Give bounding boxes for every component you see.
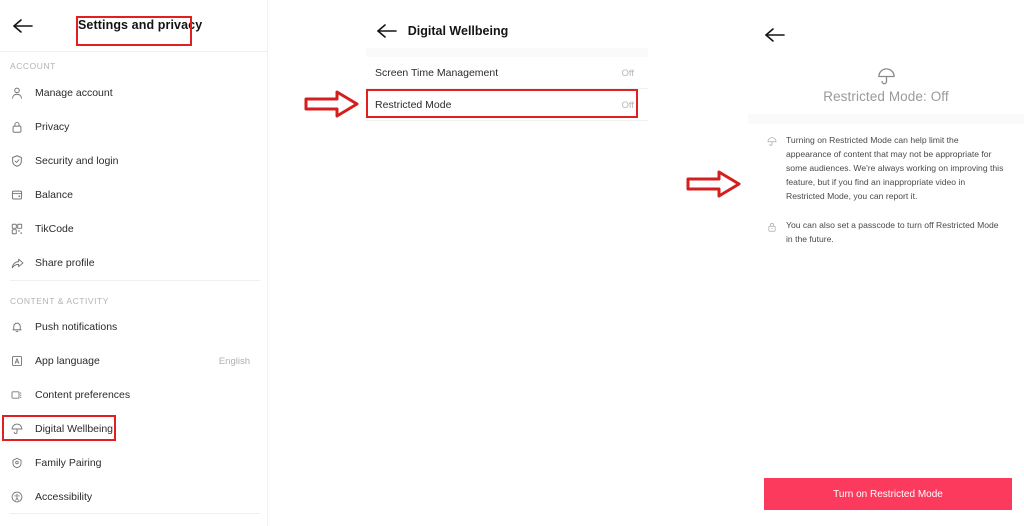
note-text: You can also set a passcode to turn off … xyxy=(786,220,999,244)
sidebar-item-label: Content preferences xyxy=(35,389,131,401)
sidebar-item-security-and-login[interactable]: Security and login xyxy=(0,146,268,176)
sidebar-item-label: Manage account xyxy=(35,87,113,99)
sidebar-item-label: Share profile xyxy=(35,257,95,269)
restricted-mode-status-title: Restricted Mode: Off xyxy=(823,89,949,104)
language-icon xyxy=(10,354,36,368)
umbrella-icon xyxy=(748,66,1024,88)
row-divider xyxy=(366,88,648,89)
row-value: Off xyxy=(621,99,635,111)
share-icon xyxy=(10,256,36,271)
row-label: Screen Time Management xyxy=(375,67,499,79)
section-label-account: ACCOUNT xyxy=(10,61,56,71)
sidebar-item-label: Security and login xyxy=(35,155,119,167)
row-divider xyxy=(366,120,648,121)
digital-wellbeing-panel: Digital Wellbeing Screen Time Management… xyxy=(268,0,648,526)
sidebar-item-value: English xyxy=(218,355,250,367)
sidebar-item-privacy[interactable]: Privacy xyxy=(0,112,268,142)
sidebar-item-label: App language xyxy=(35,355,100,367)
sidebar-item-tikcode[interactable]: TikCode xyxy=(0,214,268,244)
sidebar-item-label: Push notifications xyxy=(35,321,118,333)
page-title: Settings and privacy xyxy=(78,18,203,32)
header-separator-band xyxy=(366,48,648,57)
restricted-mode-panel: Restricted Mode: Off Turning on Restrict… xyxy=(648,0,1024,526)
sidebar-item-share-profile[interactable]: Share profile xyxy=(0,248,268,278)
note-restricted-mode-description: Turning on Restricted Mode can help limi… xyxy=(762,134,1004,204)
back-arrow-icon[interactable] xyxy=(764,27,786,43)
note-passcode-description: You can also set a passcode to turn off … xyxy=(762,219,1004,247)
hero-separator-band xyxy=(748,114,1024,124)
bell-icon xyxy=(10,320,36,334)
sidebar-item-label: Privacy xyxy=(35,121,70,133)
sidebar-item-app-language[interactable]: App language English xyxy=(0,346,268,376)
back-arrow-icon[interactable] xyxy=(12,18,34,34)
umbrella-icon xyxy=(10,422,36,436)
settings-and-privacy-panel: Settings and privacy ACCOUNT Manage acco… xyxy=(0,0,268,526)
row-restricted-mode[interactable]: Restricted Mode Off xyxy=(366,92,648,118)
lock-icon xyxy=(762,219,782,233)
sidebar-item-push-notifications[interactable]: Push notifications xyxy=(0,312,268,342)
person-icon xyxy=(10,86,36,100)
bottom-divider xyxy=(10,513,260,514)
sidebar-item-family-pairing[interactable]: Family Pairing xyxy=(0,448,268,478)
sidebar-item-manage-account[interactable]: Manage account xyxy=(0,78,268,108)
sidebar-item-label: Balance xyxy=(35,189,73,201)
sidebar-item-label: Digital Wellbeing xyxy=(35,423,114,435)
header-divider xyxy=(0,51,268,52)
row-label: Restricted Mode xyxy=(375,99,452,111)
sidebar-item-label: Family Pairing xyxy=(35,457,102,469)
screen-icon xyxy=(10,388,36,402)
section-label-content-activity: CONTENT & ACTIVITY xyxy=(10,296,110,306)
turn-on-restricted-mode-button[interactable]: Turn on Restricted Mode xyxy=(764,478,1012,510)
section-divider xyxy=(10,280,260,281)
restricted-mode-hero: Restricted Mode: Off xyxy=(748,66,1024,104)
lock-icon xyxy=(10,120,36,134)
shield-icon xyxy=(10,154,36,168)
umbrella-icon xyxy=(762,134,782,148)
sidebar-item-label: Accessibility xyxy=(35,491,93,503)
row-value: Off xyxy=(621,67,635,79)
middle-panel-header: Digital Wellbeing xyxy=(268,0,648,50)
sidebar-item-digital-wellbeing[interactable]: Digital Wellbeing xyxy=(0,414,268,444)
family-icon xyxy=(10,456,36,470)
sidebar-item-accessibility[interactable]: Accessibility xyxy=(0,482,268,512)
qrcode-icon xyxy=(10,222,36,236)
sidebar-item-label: TikCode xyxy=(35,223,74,235)
accessibility-icon xyxy=(10,490,36,504)
panel-title: Digital Wellbeing xyxy=(407,24,509,38)
left-panel-header: Settings and privacy xyxy=(0,0,267,50)
screenshot-root: Settings and privacy ACCOUNT Manage acco… xyxy=(0,0,1024,526)
row-screen-time-management[interactable]: Screen Time Management Off xyxy=(366,60,648,86)
sidebar-item-balance[interactable]: Balance xyxy=(0,180,268,210)
wallet-icon xyxy=(10,188,36,202)
sidebar-item-content-preferences[interactable]: Content preferences xyxy=(0,380,268,410)
note-text: Turning on Restricted Mode can help limi… xyxy=(786,135,1004,201)
